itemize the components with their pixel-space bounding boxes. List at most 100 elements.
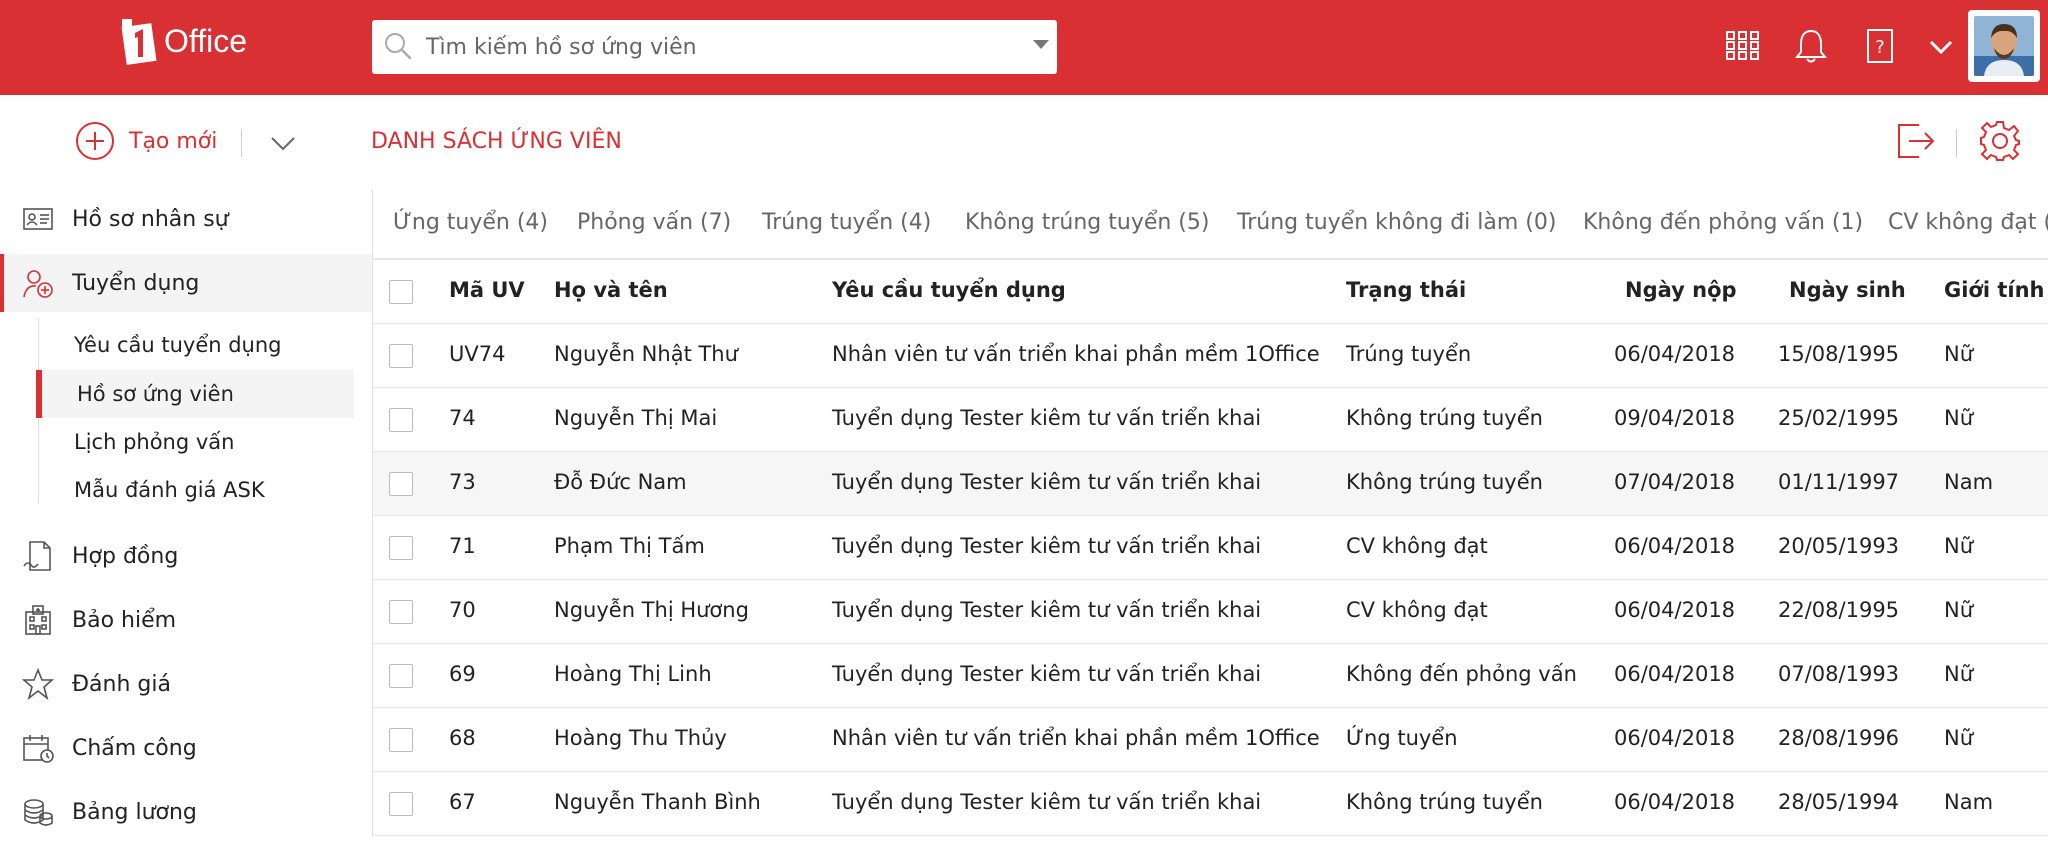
sidebar-item-evaluation[interactable]: Đánh giá: [0, 655, 372, 713]
column-header[interactable]: Ngày nộp: [1625, 278, 1737, 302]
subnav-item-interview-schedule[interactable]: Lịch phỏng vấn: [74, 422, 234, 462]
table-cell: 69: [449, 662, 476, 686]
search-dropdown-icon[interactable]: [1033, 40, 1049, 49]
table-row[interactable]: 73 Đỗ Đức Nam Tuyển dụng Tester kiêm tư vấ…: [373, 452, 2048, 516]
table-row[interactable]: 68 Hoàng Thu Thủy Nhân viên tư vấn triển k…: [373, 708, 2048, 772]
avatar[interactable]: [1968, 10, 2040, 82]
column-header[interactable]: Họ và tên: [554, 278, 668, 302]
row-checkbox[interactable]: [389, 536, 413, 560]
search-box[interactable]: [372, 20, 1057, 74]
tab-interview[interactable]: Phỏng vấn (7): [577, 210, 731, 235]
select-all-checkbox[interactable]: [389, 280, 413, 304]
column-header[interactable]: Yêu cầu tuyển dụng: [832, 278, 1066, 302]
table-cell: Tuyển dụng Tester kiêm tư vấn triển khai: [832, 406, 1262, 430]
row-checkbox[interactable]: [389, 600, 413, 624]
sidebar-item-payroll[interactable]: Bảng lương: [0, 783, 372, 841]
sidebar-item-personnel[interactable]: Hồ sơ nhân sự: [0, 190, 372, 248]
table-cell: Nguyễn Thị Hương: [554, 598, 749, 622]
table-header-row: Mã UV Họ và tên Yêu cầu tuyển dụng Trạng…: [373, 260, 2048, 324]
row-checkbox[interactable]: [389, 664, 413, 688]
create-new-button[interactable]: Tạo mới: [75, 121, 217, 161]
table-cell: 67: [449, 790, 476, 814]
subnav-item-candidates[interactable]: Hồ sơ ứng viên: [77, 374, 234, 414]
table-cell: Không đến phỏng vấn: [1346, 662, 1577, 686]
table-cell: Ứng tuyển: [1346, 726, 1458, 750]
table-cell: Nữ: [1944, 406, 1974, 430]
table-cell: 28/05/1994: [1778, 790, 1900, 814]
sidebar-item-timekeeping[interactable]: Chấm công: [0, 719, 372, 777]
contract-icon: [23, 541, 51, 571]
table-cell: Phạm Thị Tấm: [554, 534, 705, 558]
page-title: DANH SÁCH ỨNG VIÊN: [371, 129, 622, 154]
tab-failed[interactable]: Không trúng tuyển (5): [965, 210, 1209, 235]
row-checkbox[interactable]: [389, 792, 413, 816]
id-card-icon: [23, 208, 53, 230]
table-row[interactable]: 74 Nguyễn Thị Mai Tuyển dụng Tester kiêm t…: [373, 388, 2048, 452]
tab-cv-rejected[interactable]: CV không đạt (5: [1888, 210, 2048, 235]
sidebar-item-label: Bảo hiểm: [72, 607, 177, 633]
table-cell: CV không đạt: [1346, 534, 1488, 558]
sidebar-item-recruitment[interactable]: Tuyển dụng: [0, 254, 372, 312]
column-header[interactable]: Giới tính: [1944, 278, 2045, 302]
search-icon: [385, 33, 412, 60]
row-checkbox[interactable]: [389, 408, 413, 432]
table-cell: Không trúng tuyển: [1346, 470, 1543, 494]
table-row[interactable]: 70 Nguyễn Thị Hương Tuyển dụng Tester kiêm…: [373, 580, 2048, 644]
table-row[interactable]: 71 Phạm Thị Tấm Tuyển dụng Tester kiêm tư …: [373, 516, 2048, 580]
table-cell: Tuyển dụng Tester kiêm tư vấn triển khai: [832, 790, 1262, 814]
row-checkbox[interactable]: [389, 728, 413, 752]
table-cell: Nữ: [1944, 662, 1974, 686]
column-header[interactable]: Ngày sinh: [1789, 278, 1906, 302]
table-cell: 07/04/2018: [1614, 470, 1736, 494]
table-cell: Tuyển dụng Tester kiêm tư vấn triển khai: [832, 534, 1262, 558]
calendar-icon: [23, 735, 54, 763]
sidebar-item-contract[interactable]: Hợp đồng: [0, 527, 372, 585]
sidebar-item-label: Hồ sơ nhân sự: [72, 206, 229, 232]
exit-icon[interactable]: [1893, 119, 1937, 163]
table-cell: Nữ: [1944, 726, 1974, 750]
table-cell: 06/04/2018: [1614, 790, 1736, 814]
bell-icon[interactable]: [1791, 26, 1831, 66]
subnav-item-requests[interactable]: Yêu cầu tuyển dụng: [74, 325, 282, 365]
table-cell: Đỗ Đức Nam: [554, 470, 687, 494]
table-cell: Nhân viên tư vấn triển khai phần mềm 1Of…: [832, 726, 1320, 750]
tab-applied[interactable]: Ứng tuyển (4): [393, 210, 548, 235]
subnav-item-ask-template[interactable]: Mẫu đánh giá ASK: [74, 470, 265, 510]
chevron-down-icon[interactable]: [1921, 26, 1961, 66]
column-header[interactable]: Mã UV: [449, 278, 525, 302]
table-cell: Tuyển dụng Tester kiêm tư vấn triển khai: [832, 470, 1262, 494]
sidebar-item-insurance[interactable]: Bảo hiểm: [0, 591, 372, 649]
search-input[interactable]: [424, 28, 984, 66]
create-dropdown-chevron-icon[interactable]: [268, 131, 298, 155]
help-book-icon[interactable]: ?: [1860, 26, 1900, 66]
table-cell: 06/04/2018: [1614, 534, 1736, 558]
table-cell: Nguyễn Thị Mai: [554, 406, 718, 430]
tab-passed-not-working[interactable]: Trúng tuyển không đi làm (0): [1237, 210, 1556, 235]
gear-icon[interactable]: [1978, 119, 2022, 163]
table-cell: Nữ: [1944, 342, 1974, 366]
coins-icon: [24, 799, 53, 826]
table-row[interactable]: UV74 Nguyễn Nhật Thư Nhân viên tư vấn triể…: [373, 324, 2048, 388]
table-cell: UV74: [449, 342, 506, 366]
table-cell: Hoàng Thu Thủy: [554, 726, 727, 750]
sidebar-item-label: Đánh giá: [72, 671, 171, 697]
table-row[interactable]: 67 Nguyễn Thanh Bình Tuyển dụng Tester kiê…: [373, 772, 2048, 836]
tab-passed[interactable]: Trúng tuyển (4): [762, 210, 931, 235]
row-checkbox[interactable]: [389, 472, 413, 496]
sub-header: Tạo mới DANH SÁCH ỨNG VIÊN: [0, 95, 2048, 190]
avatar-image: [1974, 16, 2034, 76]
column-header[interactable]: Trạng thái: [1346, 278, 1466, 302]
sidebar: Hồ sơ nhân sự Tuyển dụng Yêu cầu tuyển d…: [0, 190, 372, 837]
logo[interactable]: Office: [118, 14, 247, 68]
tab-no-show[interactable]: Không đến phỏng vấn (1): [1583, 210, 1863, 235]
table-cell: Nam: [1944, 790, 1994, 814]
apps-grid-icon[interactable]: [1723, 26, 1763, 66]
table-cell: Nam: [1944, 470, 1994, 494]
table-row[interactable]: 69 Hoàng Thị Linh Tuyển dụng Tester kiêm t…: [373, 644, 2048, 708]
table-cell: Nữ: [1944, 534, 1974, 558]
user-add-icon: [23, 270, 53, 298]
table-cell: 71: [449, 534, 476, 558]
table-cell: CV không đạt: [1346, 598, 1488, 622]
plus-circle-icon: [76, 122, 114, 160]
row-checkbox[interactable]: [389, 344, 413, 368]
